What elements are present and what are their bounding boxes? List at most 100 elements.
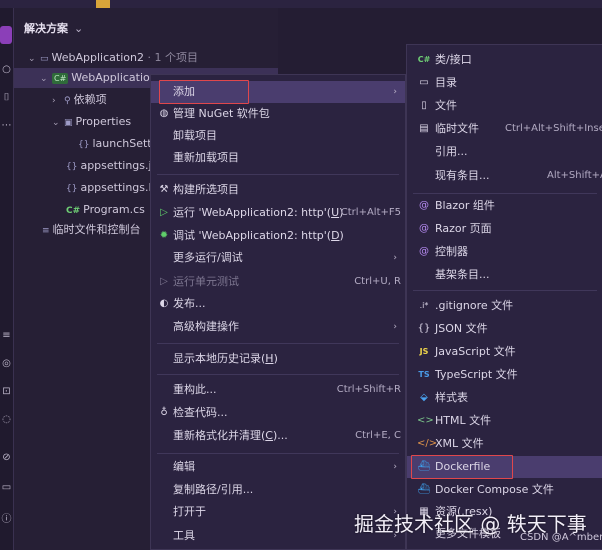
menu-item-label: 打开于 — [173, 505, 206, 518]
submenu-item-stylesheet[interactable]: ⬙ 样式表 — [407, 387, 602, 409]
menu-item-label: 卸载项目 — [173, 129, 217, 142]
more-icon[interactable]: ⋯ — [1, 120, 12, 132]
submenu-item-scratch[interactable]: ▤ 临时文件 Ctrl+Alt+Shift+Insert — [407, 118, 602, 140]
submenu-item-reference[interactable]: 引用... — [407, 141, 602, 163]
submenu-item-razor[interactable]: @ Razor 页面 — [407, 218, 602, 240]
submenu-item-blazor[interactable]: @ Blazor 组件 — [407, 195, 602, 217]
submenu-item-gitignore[interactable]: .i* .gitignore 文件 — [407, 295, 602, 317]
terminal-icon[interactable]: ▭ — [1, 482, 12, 494]
submenu-item-file[interactable]: ▯ 文件 — [407, 95, 602, 117]
run-tests-icon: ▷ — [160, 276, 168, 287]
menu-item-local-history[interactable]: 显示本地历史记录(H) — [151, 348, 405, 370]
menu-item-label: 重新格式化并清理( — [173, 429, 266, 442]
menu-item-publish[interactable]: ◐ 发布... — [151, 293, 405, 315]
menu-item-label: 高级构建操作 — [173, 320, 239, 333]
menu-shortcut: Ctrl+Shift+R — [336, 384, 401, 395]
scratch-files-icon: ≡ — [42, 226, 50, 236]
tree-item-solution[interactable]: ⌄ ▭ WebApplication2 · 1 个项目 — [28, 48, 198, 68]
scratch-file-icon: ▤ — [419, 123, 429, 134]
menu-item-label: 检查代码... — [173, 406, 228, 419]
tree-item-scratches[interactable]: ≡ 临时文件和控制台 — [42, 220, 141, 240]
tree-item-properties[interactable]: ⌄ ▣ Properties — [52, 112, 131, 132]
tree-label: WebApplication2 — [51, 51, 144, 64]
tree-item-appsettings-dev[interactable]: {} appsettings.D — [66, 178, 157, 198]
tree-item-appsettings[interactable]: {} appsettings.js — [66, 156, 157, 176]
submenu-item-scaffold[interactable]: 基架条目... — [407, 264, 602, 286]
mnemonic: U — [331, 206, 340, 219]
menu-shortcut: Ctrl+U, R — [354, 276, 401, 287]
tree-suffix: · 1 个项目 — [143, 51, 198, 64]
submenu-item-existing[interactable]: 现有条目... Alt+Shift+A — [407, 165, 602, 187]
folder-icon: ▣ — [64, 118, 73, 128]
menu-item-nuget[interactable]: ◍ 管理 NuGet 软件包 — [151, 103, 405, 125]
menu-item-label: 显示本地历史记录( — [173, 352, 266, 365]
menu-item-unit-tests[interactable]: ▷ 运行单元测试 Ctrl+U, R — [151, 271, 405, 293]
tree-label: WebApplication — [71, 71, 157, 84]
folder-icon: ▭ — [419, 77, 429, 88]
title-bar — [0, 0, 602, 8]
tree-label: appsettings.D — [80, 181, 157, 194]
menu-item-more-run[interactable]: 更多运行/调试 › — [151, 247, 405, 269]
menu-icon[interactable]: ≡ — [1, 330, 12, 342]
project-badge-icon[interactable] — [96, 0, 110, 8]
explorer-header[interactable]: 解决方案 ⌄ — [24, 20, 83, 36]
submenu-item-xml[interactable]: </> XML 文件 — [407, 433, 602, 455]
credit-label: CSDN @A^mber — [520, 532, 602, 543]
info-icon[interactable]: ⓘ — [1, 514, 12, 526]
menu-item-reload[interactable]: 重新加载项目 — [151, 147, 405, 169]
menu-item-inspect[interactable]: ♁ 检查代码... — [151, 402, 405, 424]
submenu-separator — [413, 290, 597, 291]
menu-item-label: 运行单元测试 — [173, 275, 239, 288]
tree-item-launchsettings[interactable]: {} launchSett — [78, 134, 152, 154]
tree-item-program[interactable]: C# Program.cs — [66, 200, 145, 220]
submenu-item-javascript[interactable]: JS JavaScript 文件 — [407, 341, 602, 363]
services-icon[interactable]: ⊡ — [1, 386, 12, 398]
submenu-item-label: 引用... — [435, 145, 468, 158]
submenu-item-typescript[interactable]: TS TypeScript 文件 — [407, 364, 602, 386]
menu-item-edit[interactable]: 编辑 › — [151, 456, 405, 478]
json-file-icon: {} — [78, 140, 90, 150]
menu-item-run[interactable]: ▷ 运行 'WebApplication2: http'(U) Ctrl+Alt+F… — [151, 202, 405, 224]
problems-icon[interactable]: ◌ — [1, 414, 12, 426]
run-icon: ▷ — [160, 207, 168, 218]
tree-label: 临时文件和控制台 — [52, 223, 141, 236]
commit-icon[interactable]: ○ — [1, 64, 12, 76]
menu-item-refactor[interactable]: 重构此... Ctrl+Shift+R — [151, 379, 405, 401]
chevron-down-icon[interactable]: ⌄ — [28, 49, 40, 69]
menu-item-copy-path[interactable]: 复制路径/引用... — [151, 479, 405, 501]
file-icon: ▯ — [421, 100, 427, 111]
submenu-item-docker-compose[interactable]: ⛴ Docker Compose 文件 — [407, 479, 602, 501]
csharp-project-icon: C# — [52, 73, 69, 84]
submenu-item-label: 目录 — [435, 76, 457, 89]
chevron-down-icon[interactable]: ⌄ — [52, 113, 64, 133]
chevron-right-icon: › — [393, 253, 397, 263]
razor-icon: @ — [419, 223, 429, 234]
git-icon[interactable]: ⊘ — [1, 452, 12, 464]
chevron-down-icon[interactable]: ⌄ — [40, 69, 52, 89]
submenu-item-json[interactable]: {} JSON 文件 — [407, 318, 602, 340]
submenu-item-directory[interactable]: ▭ 目录 — [407, 72, 602, 94]
nuget-icon[interactable]: ◎ — [1, 358, 12, 370]
menu-item-debug[interactable]: ✹ 调试 'WebApplication2: http'(D) — [151, 225, 405, 247]
bookmark-icon[interactable]: ⌷ — [1, 92, 12, 104]
tree-label: appsettings.js — [80, 159, 158, 172]
menu-item-label-tail: )... — [272, 429, 288, 442]
submenu-item-html[interactable]: <> HTML 文件 — [407, 410, 602, 432]
mnemonic: C — [265, 429, 273, 442]
submenu-item-label: 样式表 — [435, 391, 468, 404]
menu-item-build[interactable]: ⚒ 构建所选项目 — [151, 179, 405, 201]
menu-item-reformat[interactable]: 重新格式化并清理(C)... Ctrl+E, C — [151, 425, 405, 447]
menu-item-advanced-build[interactable]: 高级构建操作 › — [151, 316, 405, 338]
submenu-item-class[interactable]: C# 类/接口 — [407, 49, 602, 71]
solution-explorer-tab-icon[interactable] — [0, 26, 12, 44]
chevron-right-icon[interactable]: › — [52, 91, 64, 111]
tree-label: 依赖项 — [73, 93, 107, 106]
tree-item-dependencies[interactable]: › ⚲ 依赖项 — [52, 90, 107, 110]
submenu-item-controller[interactable]: @ 控制器 — [407, 241, 602, 263]
menu-item-unload[interactable]: 卸载项目 — [151, 125, 405, 147]
submenu-item-label: Docker Compose 文件 — [435, 483, 554, 496]
submenu-item-label: JSON 文件 — [435, 322, 488, 335]
menu-item-label: 调试 'WebApplication2: http'( — [173, 229, 332, 242]
publish-globe-icon: ◐ — [159, 298, 169, 309]
submenu-item-label: 控制器 — [435, 245, 468, 258]
